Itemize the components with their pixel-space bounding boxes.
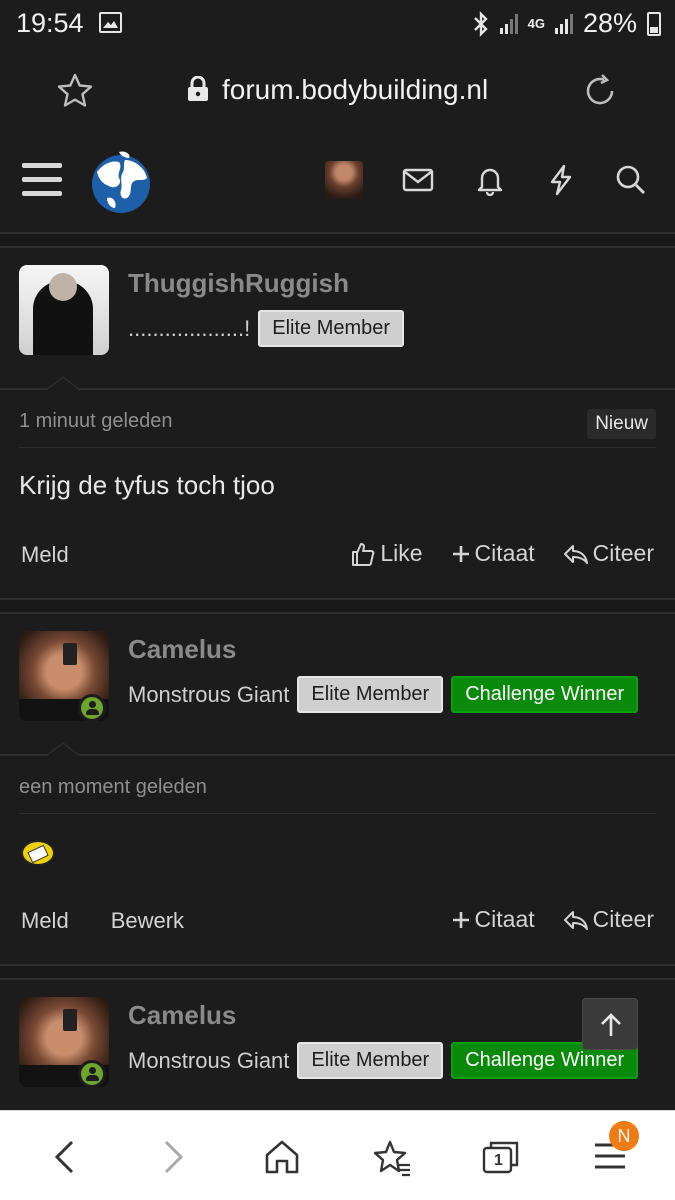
forum-header <box>0 136 675 232</box>
status-right: 4G 28% <box>472 8 661 39</box>
status-time: 19:54 <box>16 8 84 38</box>
divider <box>0 964 675 978</box>
multiquote-button[interactable]: Citaat <box>451 540 535 567</box>
bookmark-star-icon[interactable] <box>56 72 94 108</box>
smiley-emoji-icon <box>21 840 55 866</box>
user-meta: Monstrous Giant Elite Member Challenge W… <box>128 1042 639 1079</box>
search-icon[interactable] <box>615 164 647 196</box>
edit-button[interactable]: Bewerk <box>111 908 184 934</box>
url-text[interactable]: forum.bodybuilding.nl <box>222 74 488 106</box>
bluetooth-icon <box>473 10 488 37</box>
battery-percent: 28% <box>582 8 637 38</box>
plus-icon <box>452 545 469 562</box>
username[interactable]: Camelus <box>128 1000 236 1031</box>
user-arrow <box>45 376 81 390</box>
mail-icon[interactable] <box>402 164 434 196</box>
report-button[interactable]: Meld <box>21 542 69 568</box>
user-arrow <box>45 742 81 756</box>
network-type: 4G <box>527 15 545 31</box>
report-button[interactable]: Meld <box>21 908 69 934</box>
gallery-icon <box>99 12 122 33</box>
elite-member-badge: Elite Member <box>297 676 444 713</box>
username[interactable]: Camelus <box>128 634 236 665</box>
scroll-to-top-button[interactable] <box>582 998 638 1050</box>
user-title: Monstrous Giant <box>128 1047 290 1073</box>
reply-quote-button[interactable]: Citeer <box>563 540 654 567</box>
post-actions: Meld Bewerk Citaat Citeer <box>0 892 675 964</box>
divider <box>0 232 675 246</box>
online-status-icon <box>78 1060 106 1088</box>
reload-icon[interactable] <box>581 72 619 110</box>
user-avatar[interactable] <box>19 265 109 355</box>
browser-url-bar: forum.bodybuilding.nl <box>0 48 675 136</box>
citeer-label: Citeer <box>592 540 654 566</box>
post-user-info: ThuggishRuggish ...................! Eli… <box>0 248 675 390</box>
bookmarks-icon[interactable] <box>372 1139 412 1177</box>
post-time[interactable]: een moment geleden <box>19 776 207 799</box>
elite-member-badge: Elite Member <box>258 310 405 347</box>
like-label: Like <box>380 540 423 566</box>
post-meta: 1 minuut geleden Nieuw <box>19 390 656 448</box>
battery-icon <box>647 11 661 36</box>
thread-content: ThuggishRuggish ...................! Eli… <box>0 232 675 1110</box>
home-icon[interactable] <box>263 1139 301 1175</box>
reply-icon <box>563 910 588 930</box>
browser-bottom-bar: 1 N <box>0 1110 675 1200</box>
elite-member-badge: Elite Member <box>297 1042 444 1079</box>
user-title: ...................! <box>128 315 251 341</box>
thumbs-up-icon <box>352 542 375 566</box>
new-badge: Nieuw <box>587 409 656 439</box>
forward-icon[interactable] <box>158 1139 188 1175</box>
back-icon[interactable] <box>50 1139 80 1175</box>
user-meta: ...................! Elite Member <box>128 310 405 347</box>
tabs-button[interactable]: 1 <box>481 1139 521 1180</box>
challenge-winner-badge: Challenge Winner <box>451 676 639 713</box>
reply-icon <box>563 544 588 564</box>
menu-notification-badge: N <box>609 1121 639 1151</box>
user-meta: Monstrous Giant Elite Member Challenge W… <box>128 676 639 713</box>
lightning-icon[interactable] <box>545 164 577 196</box>
post-body <box>0 814 675 892</box>
lock-icon <box>188 76 208 101</box>
post-body: Krijg de tyfus toch tjoo <box>0 448 675 526</box>
post: ThuggishRuggish ...................! Eli… <box>0 246 675 612</box>
post-user-info: Camelus Monstrous Giant Elite Member Cha… <box>0 980 675 1110</box>
citeer-label: Citeer <box>592 906 654 932</box>
post-time[interactable]: 1 minuut geleden <box>19 410 172 433</box>
divider <box>0 598 675 612</box>
bell-icon[interactable] <box>474 164 506 196</box>
post-actions: Meld Like Citaat Citeer <box>0 526 675 598</box>
menu-icon[interactable] <box>22 163 62 197</box>
online-status-icon <box>78 694 106 722</box>
user-title: Monstrous Giant <box>128 681 290 707</box>
post: Camelus Monstrous Giant Elite Member Cha… <box>0 612 675 978</box>
post: Camelus Monstrous Giant Elite Member Cha… <box>0 978 675 1110</box>
tab-count: 1 <box>494 1152 503 1169</box>
citaat-label: Citaat <box>474 906 535 932</box>
citaat-label: Citaat <box>474 540 535 566</box>
user-avatar[interactable] <box>325 161 363 199</box>
reply-quote-button[interactable]: Citeer <box>563 906 654 933</box>
post-meta: een moment geleden <box>19 756 656 814</box>
multiquote-button[interactable]: Citaat <box>451 906 535 933</box>
arrow-up-icon <box>601 1013 621 1036</box>
plus-icon <box>452 911 469 928</box>
status-bar: 19:54 4G 28% <box>0 0 675 48</box>
signal-icon <box>499 13 518 34</box>
post-text: Krijg de tyfus toch tjoo <box>19 470 275 500</box>
site-logo-icon[interactable] <box>89 150 153 216</box>
like-button[interactable]: Like <box>350 540 423 567</box>
username[interactable]: ThuggishRuggish <box>128 268 349 299</box>
post-user-info: Camelus Monstrous Giant Elite Member Cha… <box>0 614 675 756</box>
signal-icon-2 <box>554 13 573 34</box>
